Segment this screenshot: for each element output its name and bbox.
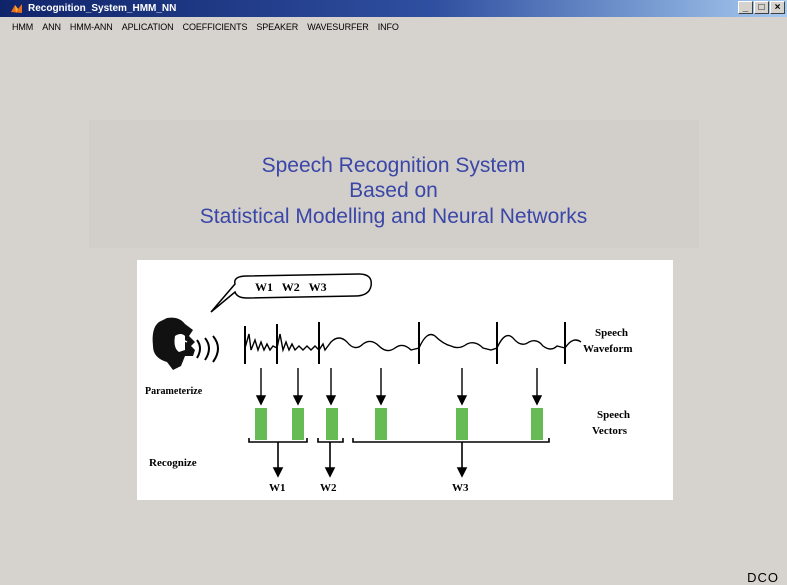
matlab-logo-icon	[11, 4, 22, 13]
speech-vector-bars	[255, 408, 543, 440]
window-controls: _ □ ×	[738, 1, 785, 16]
menu-ann[interactable]: ANN	[42, 22, 61, 32]
recognize-arrows	[272, 442, 468, 478]
close-button[interactable]: ×	[770, 1, 785, 14]
menu-bar: HMM ANN HMM-ANN APLICATION COEFFICIENTS …	[0, 17, 787, 37]
heading-line-3: Statistical Modelling and Neural Network…	[199, 205, 588, 228]
figure-diagram: W1 W2 W3 Speech Waveform Parameterize Sp…	[145, 273, 632, 494]
vectors-label-2: Vectors	[592, 425, 628, 437]
speech-waveform	[244, 322, 582, 364]
waveform-label-2: Waveform	[583, 343, 632, 355]
output-w2: W2	[320, 482, 337, 494]
window-titlebar[interactable]: Recognition_System_HMM_NN _ □ ×	[0, 0, 787, 17]
menu-aplication[interactable]: APLICATION	[122, 22, 174, 32]
parameterize-label: Parameterize	[145, 386, 203, 397]
menu-info[interactable]: INFO	[378, 22, 399, 32]
menu-coefficients[interactable]: COEFFICIENTS	[183, 22, 248, 32]
minimize-button[interactable]: _	[738, 1, 753, 14]
window-title: Recognition_System_HMM_NN	[28, 3, 177, 14]
vector-bar	[456, 408, 468, 440]
vectors-label-1: Speech	[597, 409, 630, 421]
maximize-button[interactable]: □	[754, 1, 769, 14]
vector-bar	[255, 408, 267, 440]
speaker-head-icon	[152, 317, 219, 370]
footer-mark: DCO	[747, 570, 779, 585]
vector-bar	[326, 408, 338, 440]
menu-wavesurfer[interactable]: WAVESURFER	[307, 22, 369, 32]
waveform-label-1: Speech	[595, 327, 628, 339]
parameterize-arrows	[255, 368, 543, 406]
speech-recognition-figure: W1 W2 W3 Speech Waveform Parameterize Sp…	[137, 260, 673, 500]
heading-line-1: Speech Recognition System	[261, 154, 526, 177]
menu-speaker[interactable]: SPEAKER	[256, 22, 298, 32]
vector-bar	[531, 408, 543, 440]
vector-bar	[292, 408, 304, 440]
recognize-label: Recognize	[149, 457, 197, 469]
heading-line-2: Based on	[349, 179, 438, 202]
menu-hmm[interactable]: HMM	[12, 22, 33, 32]
output-w1: W1	[269, 482, 286, 494]
menu-hmm-ann[interactable]: HMM-ANN	[70, 22, 113, 32]
bubble-words: W1 W2 W3	[255, 280, 327, 294]
output-w3: W3	[452, 482, 469, 494]
vector-bar	[375, 408, 387, 440]
